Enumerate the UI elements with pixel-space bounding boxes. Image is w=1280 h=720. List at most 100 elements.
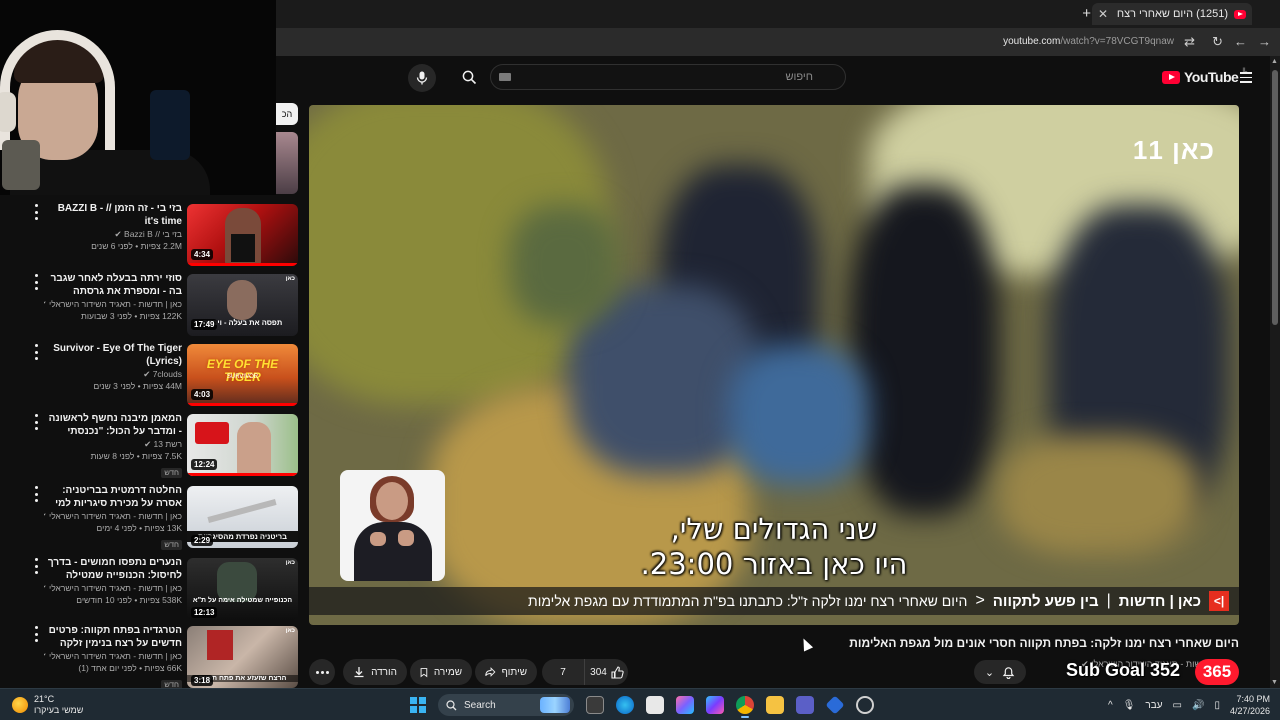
scene-figure xyxy=(509,205,619,325)
chrome-browser-icon[interactable] xyxy=(736,696,754,718)
video-thumbnail[interactable]: בריטניה נפרדת מהסיגריות 2:29 xyxy=(187,486,298,548)
video-player[interactable]: כאן 11 שני הגדולים שלי, היו כאן באזור 23… xyxy=(309,105,1239,625)
office-icon[interactable] xyxy=(706,696,724,714)
recommendation-meta: הטרגדיה בפתח תקווה: פרטים חדשים על רצח ב… xyxy=(44,624,182,692)
keyboard-icon[interactable] xyxy=(499,73,511,81)
taskbar-search[interactable]: Search xyxy=(438,694,574,716)
video-thumbnail[interactable]: 4:34 xyxy=(187,204,298,266)
recommendation-item[interactable]: הטרגדיה בפתח תקווה: פרטים חדשים על רצח ב… xyxy=(0,620,300,690)
recommendation-channel[interactable]: כאן | חדשות - תאגיד השידור הישראלי ✔ xyxy=(44,650,182,662)
scene-figure xyxy=(729,345,869,485)
recommendation-channel[interactable]: כאן | חדשות - תאגיד השידור הישראלי ✔ xyxy=(44,582,182,594)
recommendation-channel[interactable]: כאן | חדשות - תאגיד השידור הישראלי ✔ xyxy=(44,510,182,522)
task-view-icon[interactable] xyxy=(586,696,604,714)
share-icon xyxy=(485,667,496,677)
vscode-icon[interactable] xyxy=(825,695,845,715)
browser-tab-active[interactable]: (1251) היום שאחרי רצח ימנו ז"ל ✕ xyxy=(1092,3,1252,25)
recommendation-title[interactable]: בזי בי - זה הזמן // BAZZI B - it's time xyxy=(44,202,182,228)
recommendation-item[interactable]: החלטה דרמטית בבריטניה: אסרה על מכירת סיג… xyxy=(0,480,300,550)
voice-search-button[interactable] xyxy=(408,64,436,92)
tab-close-button[interactable]: ✕ xyxy=(1098,7,1108,21)
share-button[interactable]: שיתוף xyxy=(475,659,537,685)
more-options-icon[interactable] xyxy=(30,274,42,290)
microsoft-store-icon[interactable] xyxy=(646,696,664,714)
windows-start-icon[interactable] xyxy=(410,697,426,713)
video-thumbnail[interactable]: כאן הרצח שזעזע את פתח תקווה 3:18 xyxy=(187,626,298,688)
back-arrow-icon[interactable]: ← xyxy=(1234,34,1247,49)
volume-icon[interactable]: 🔊 xyxy=(1192,700,1204,711)
more-actions-button[interactable] xyxy=(309,659,335,685)
url-field[interactable]: youtube.com/watch?v=78VCGT9qnaw xyxy=(1003,36,1174,47)
recommendation-item[interactable]: Survivor - Eye Of The Tiger (Lyrics) 7cl… xyxy=(0,338,300,406)
recommendation-channel[interactable]: בזי בי // Bazzi B ✔ xyxy=(44,228,182,240)
more-options-icon[interactable] xyxy=(30,558,42,574)
recommendation-title[interactable]: הנערים נתפסו חמושים - בדרך לחיסול: הכנופ… xyxy=(44,556,182,582)
download-button[interactable]: הורדה xyxy=(343,659,407,685)
new-tab-button[interactable]: + xyxy=(1082,5,1091,22)
recommendation-title[interactable]: המאמן מיבנה נחשף לראשונה - ומדבר על הכול… xyxy=(44,412,182,438)
video-thumbnail[interactable]: כאן תפסה את בעלה - וירתה 17:49 xyxy=(187,274,298,336)
notification-bell-button[interactable]: ⌄ xyxy=(974,660,1026,684)
recommendation-channel[interactable]: כאן | חדשות - תאגיד השידור הישראלי ✔ xyxy=(44,298,182,310)
ticker-brand: כאן | חדשות xyxy=(1118,592,1201,610)
settings-gear-icon[interactable] xyxy=(856,696,874,714)
search-icon xyxy=(462,70,476,84)
video-thumbnail[interactable]: 12:24 xyxy=(187,414,298,476)
more-options-icon[interactable] xyxy=(30,344,42,360)
search-input[interactable]: חיפוש xyxy=(490,64,846,90)
edge-browser-icon[interactable] xyxy=(616,696,634,714)
microphone-tray-icon[interactable]: 🎙 xyxy=(1123,700,1136,711)
menu-hamburger-icon[interactable] xyxy=(1240,72,1252,86)
weather-widget[interactable]: 21°C שמשי בעיקרו xyxy=(12,694,83,716)
save-button[interactable]: שמירה xyxy=(410,659,472,685)
thumbnail-subheadline: SURVIVOR xyxy=(226,374,259,380)
copilot-icon[interactable] xyxy=(676,696,694,714)
network-icon[interactable]: ▭ xyxy=(1173,700,1182,711)
file-explorer-icon[interactable] xyxy=(766,696,784,714)
youtube-logo[interactable]: YouTube IL xyxy=(1162,68,1247,85)
more-options-icon[interactable] xyxy=(30,626,42,642)
recommendation-title[interactable]: סוזי ירתה בבעלה לאחר שגבר בה - ומספרת את… xyxy=(44,272,182,298)
scrollbar-thumb[interactable] xyxy=(1272,70,1278,325)
recommendation-item[interactable]: המאמן מיבנה נחשף לראשונה - ומדבר על הכול… xyxy=(0,408,300,478)
thumbnail-figure xyxy=(237,422,271,476)
recommendation-title[interactable]: החלטה דרמטית בבריטניה: אסרה על מכירת סיג… xyxy=(44,484,182,510)
thumbnail-figure xyxy=(207,630,233,660)
battery-icon[interactable]: ▯ xyxy=(1214,700,1220,711)
recommendation-item[interactable]: סוזי ירתה בבעלה לאחר שגבר בה - ומספרת את… xyxy=(0,268,300,336)
search-button[interactable] xyxy=(452,64,486,90)
recommendation-title[interactable]: הטרגדיה בפתח תקווה: פרטים חדשים על רצח ב… xyxy=(44,624,182,650)
language-indicator[interactable]: עבר xyxy=(1145,700,1162,711)
recommendation-meta: סוזי ירתה בבעלה לאחר שגבר בה - ומספרת את… xyxy=(44,272,182,322)
more-options-icon[interactable] xyxy=(30,204,42,220)
show-hidden-icons-icon[interactable]: ^ xyxy=(1108,700,1113,711)
webcam-overlay xyxy=(0,0,276,195)
reload-icon[interactable]: ↻ xyxy=(1212,34,1223,50)
teams-icon[interactable] xyxy=(796,696,814,714)
ticker-separator: | xyxy=(1106,592,1111,609)
page-scrollbar[interactable]: ▲ ▼ xyxy=(1270,56,1280,688)
taskbar-search-label: Search xyxy=(464,699,496,711)
more-options-icon[interactable] xyxy=(30,486,42,502)
video-thumbnail[interactable]: EYE OF THE TIGER SURVIVOR 4:03 xyxy=(187,344,298,406)
filter-chip[interactable]: הכ xyxy=(276,103,298,125)
recommendation-item[interactable]: בזי בי - זה הזמן // BAZZI B - it's time … xyxy=(0,198,300,266)
site-settings-icon[interactable]: ⇄ xyxy=(1184,34,1195,50)
bell-icon xyxy=(1002,667,1015,679)
bookmark-icon xyxy=(420,667,428,677)
thumbnail-headline: EYE OF THE TIGER xyxy=(206,357,279,384)
more-options-icon[interactable] xyxy=(30,414,42,430)
dislike-button[interactable]: 7 xyxy=(542,659,585,685)
scroll-down-icon[interactable]: ▼ xyxy=(1271,679,1278,686)
like-button[interactable]: 304 xyxy=(586,659,628,685)
video-thumbnail[interactable]: כאן הכנופייה שמטילה אימה על ת"א 12:13 xyxy=(187,558,298,620)
headphone-earcup xyxy=(0,92,16,132)
recommendation-title[interactable]: Survivor - Eye Of The Tiger (Lyrics) xyxy=(44,342,182,368)
partial-thumbnail[interactable] xyxy=(276,132,298,194)
recommendation-channel[interactable]: רשת 13 ✔ xyxy=(44,438,182,450)
recommendation-channel[interactable]: 7clouds ✔ xyxy=(44,368,182,380)
forward-arrow-icon[interactable]: → xyxy=(1258,34,1271,49)
taskbar-clock[interactable]: 7:40 PM 4/27/2026 xyxy=(1230,693,1270,717)
recommendation-item[interactable]: הנערים נתפסו חמושים - בדרך לחיסול: הכנופ… xyxy=(0,552,300,620)
scroll-up-icon[interactable]: ▲ xyxy=(1271,58,1278,65)
